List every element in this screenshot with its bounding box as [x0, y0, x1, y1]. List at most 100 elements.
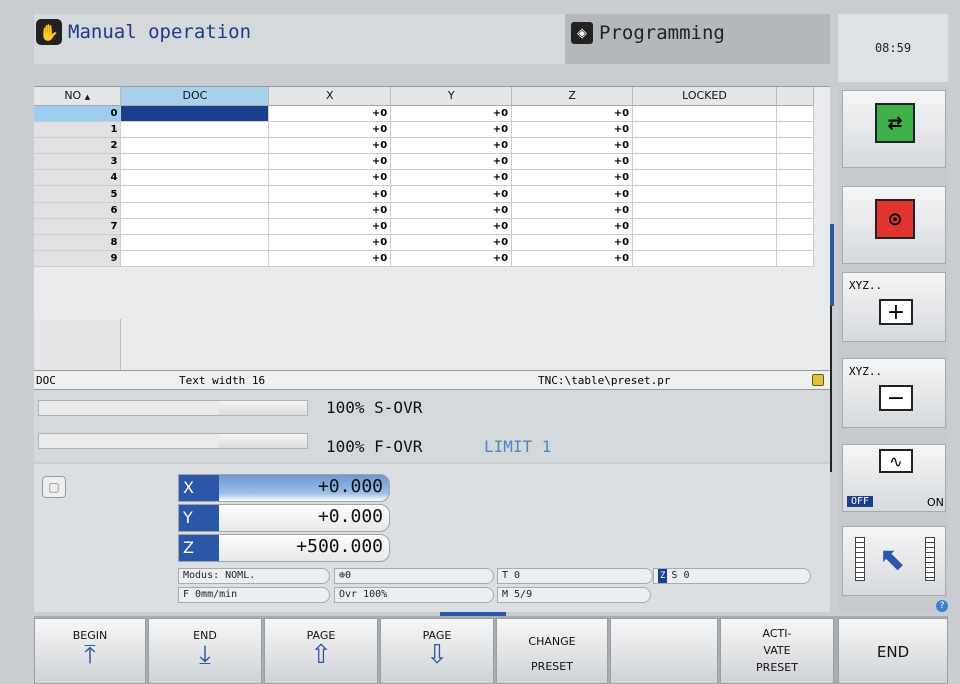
table-cell-z[interactable]: +0 — [511, 121, 634, 138]
col-header-doc[interactable]: DOC — [120, 87, 270, 106]
table-row[interactable]: 9 +0 +0 +0 — [34, 250, 815, 268]
table-cell-no[interactable]: 4 — [34, 169, 122, 187]
table-cell-x[interactable]: +0 — [268, 105, 392, 122]
table-cell-locked[interactable] — [632, 185, 777, 203]
table-cell-locked[interactable] — [632, 250, 777, 268]
table-cell-x[interactable]: +0 — [268, 234, 392, 252]
table-cell-no[interactable]: 2 — [34, 137, 122, 155]
table-cell-doc[interactable] — [120, 169, 270, 187]
table-row[interactable]: 6 +0 +0 +0 — [34, 202, 815, 219]
table-row[interactable]: 7 +0 +0 +0 — [34, 218, 815, 236]
axis-z-value: +500.000 — [296, 536, 383, 557]
limit-label: LIMIT 1 — [484, 437, 552, 456]
table-cell-x[interactable]: +0 — [268, 121, 392, 138]
table-cell-y[interactable]: +0 — [390, 234, 513, 252]
table-row[interactable]: 4 +0 +0 +0 — [34, 169, 815, 187]
table-cell-no[interactable]: 3 — [34, 153, 122, 171]
page-down-softkey[interactable]: PAGE ⇩ — [380, 618, 494, 684]
page-up-softkey[interactable]: PAGE ⇧ — [264, 618, 378, 684]
table-cell-y[interactable]: +0 — [390, 185, 513, 203]
table-cell-z[interactable]: +0 — [511, 202, 634, 219]
table-cell-locked[interactable] — [632, 153, 777, 171]
table-cell-y[interactable]: +0 — [390, 202, 513, 219]
activate-preset-softkey[interactable]: ACTI- VATE PRESET — [720, 618, 834, 684]
col-header-z[interactable]: Z — [511, 87, 634, 106]
table-cell-x[interactable]: +0 — [268, 250, 392, 268]
table-cell-no[interactable]: 0 — [34, 105, 122, 122]
minus-icon: − — [879, 385, 913, 411]
table-cell-y[interactable]: +0 — [390, 105, 513, 122]
col-header-locked[interactable]: LOCKED — [632, 87, 777, 106]
empty-softkey[interactable] — [610, 618, 718, 684]
table-cell-z[interactable]: +0 — [511, 185, 634, 203]
scroll-indicator[interactable] — [830, 224, 834, 306]
table-row[interactable]: 5 +0 +0 +0 — [34, 185, 815, 203]
table-cell-locked[interactable] — [632, 137, 777, 155]
table-cell-doc[interactable] — [120, 218, 270, 236]
xyz-minus-button[interactable]: XYZ.. − — [842, 358, 946, 428]
program-run-single-button[interactable]: ⊙ — [842, 186, 946, 264]
table-cell-no[interactable]: 8 — [34, 234, 122, 252]
table-cell-x[interactable]: +0 — [268, 202, 392, 219]
table-cell-no[interactable]: 9 — [34, 250, 122, 268]
xyz-plus-button[interactable]: XYZ.. + — [842, 272, 946, 342]
programming-mode-tab[interactable]: ◈ Programming — [565, 14, 830, 64]
table-cell-locked[interactable] — [632, 121, 777, 138]
table-cell-y[interactable]: +0 — [390, 153, 513, 171]
begin-softkey[interactable]: BEGIN ⤒ — [34, 618, 146, 684]
table-cell-doc[interactable] — [120, 185, 270, 203]
table-cell-doc[interactable] — [120, 137, 270, 155]
program-run-full-button[interactable]: ⇄ — [842, 90, 946, 168]
m-function-status: M 5/9 — [497, 587, 651, 603]
table-cell-locked[interactable] — [632, 105, 777, 122]
smoothing-toggle-button[interactable]: ∿ OFF ON — [842, 444, 946, 512]
table-cell-z[interactable]: +0 — [511, 169, 634, 187]
table-cell-z[interactable]: +0 — [511, 234, 634, 252]
table-cell-z[interactable]: +0 — [511, 218, 634, 236]
table-row[interactable]: 3 +0 +0 +0 — [34, 153, 815, 171]
table-cell-y[interactable]: +0 — [390, 121, 513, 138]
table-row[interactable]: 0 +0 +0 +0 — [34, 105, 815, 122]
table-cell-x[interactable]: +0 — [268, 153, 392, 171]
table-cell-x[interactable]: +0 — [268, 185, 392, 203]
plus-icon: + — [879, 299, 913, 325]
table-cell-z[interactable]: +0 — [511, 137, 634, 155]
table-cell-locked[interactable] — [632, 234, 777, 252]
table-cell-no[interactable]: 5 — [34, 185, 122, 203]
table-row[interactable]: 8 +0 +0 +0 — [34, 234, 815, 252]
table-cell-no[interactable]: 1 — [34, 121, 122, 138]
table-cell-locked[interactable] — [632, 169, 777, 187]
table-row[interactable]: 2 +0 +0 +0 — [34, 137, 815, 155]
col-header-no[interactable]: NO ▲ — [34, 87, 122, 106]
end-main-softkey[interactable]: END — [838, 618, 948, 684]
table-cell-x[interactable]: +0 — [268, 137, 392, 155]
table-cell-y[interactable]: +0 — [390, 137, 513, 155]
table-cell-doc[interactable] — [120, 153, 270, 171]
table-cell-locked[interactable] — [632, 202, 777, 219]
table-cell-y[interactable]: +0 — [390, 250, 513, 268]
table-cell-no[interactable]: 6 — [34, 202, 122, 219]
table-cell-y[interactable]: +0 — [390, 169, 513, 187]
position-mode-icon[interactable]: ▢ — [42, 476, 66, 498]
table-cell-z[interactable]: +0 — [511, 250, 634, 268]
end-softkey[interactable]: END ⤓ — [148, 618, 262, 684]
table-cell-x[interactable]: +0 — [268, 218, 392, 236]
table-cell-doc[interactable] — [120, 121, 270, 138]
table-cell-doc[interactable] — [120, 202, 270, 219]
table-cell-doc[interactable] — [120, 234, 270, 252]
col-header-y[interactable]: Y — [390, 87, 513, 106]
table-cell-doc[interactable] — [120, 250, 270, 268]
table-row[interactable]: 1 +0 +0 +0 — [34, 121, 815, 138]
spindle-axis-tag: Z — [658, 569, 668, 583]
help-icon[interactable]: ? — [936, 600, 948, 612]
table-cell-doc[interactable] — [120, 105, 270, 122]
feed-potentiometer-button[interactable]: ⬆ — [842, 526, 946, 596]
table-cell-x[interactable]: +0 — [268, 169, 392, 187]
table-cell-no[interactable]: 7 — [34, 218, 122, 236]
change-preset-softkey[interactable]: CHANGE PRESET — [496, 618, 608, 684]
table-cell-z[interactable]: +0 — [511, 153, 634, 171]
col-header-x[interactable]: X — [268, 87, 392, 106]
table-cell-locked[interactable] — [632, 218, 777, 236]
table-cell-z[interactable]: +0 — [511, 105, 634, 122]
table-cell-y[interactable]: +0 — [390, 218, 513, 236]
